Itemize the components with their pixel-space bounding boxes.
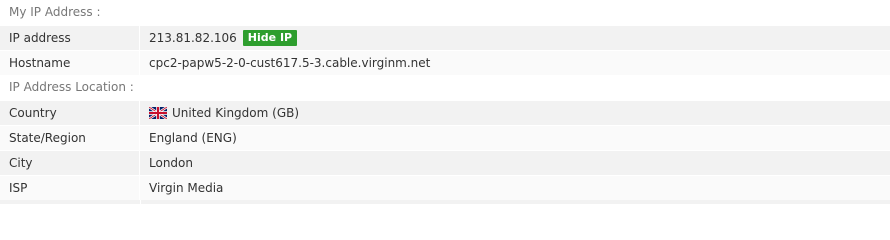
table-tail-row [0,200,890,204]
ip-info-panel: My IP Address : IP address 213.81.82.106… [0,0,890,204]
ip-address-cell: 213.81.82.106 Hide IP [140,26,890,50]
ip-location-heading: IP Address Location : [0,75,890,100]
ip-address-label: IP address [0,26,140,50]
isp-label: ISP [0,176,140,200]
city-label: City [0,151,140,175]
city-row: City London [0,150,890,175]
isp-value: Virgin Media [149,180,224,195]
state-region-row: State/Region England (ENG) [0,125,890,150]
state-region-label: State/Region [0,126,140,150]
state-region-value: England (ENG) [149,130,237,145]
country-cell: United Kingdom (GB) [140,101,890,125]
ip-address-row: IP address 213.81.82.106 Hide IP [0,25,890,50]
uk-flag-icon [149,107,167,119]
ip-address-value: 213.81.82.106 [149,30,237,45]
table-tail-label-cell [0,200,141,204]
my-ip-heading: My IP Address : [0,0,890,25]
hostname-row: Hostname cpc2-papw5-2-0-cust617.5-3.cabl… [0,50,890,75]
hide-ip-button[interactable]: Hide IP [242,30,298,46]
country-label: Country [0,101,140,125]
country-value: United Kingdom (GB) [172,105,300,120]
country-row: Country United Kingdom (GB) [0,100,890,125]
isp-row: ISP Virgin Media [0,175,890,200]
hostname-label: Hostname [0,51,140,75]
hostname-value: cpc2-papw5-2-0-cust617.5-3.cable.virginm… [149,55,431,70]
city-value: London [149,155,193,170]
